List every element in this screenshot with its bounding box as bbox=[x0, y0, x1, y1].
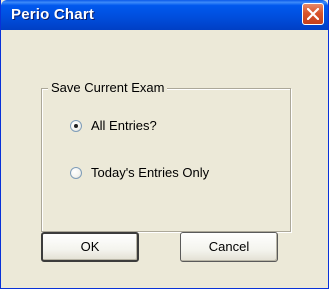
cancel-button[interactable]: Cancel bbox=[180, 232, 278, 262]
radio-label-todays-entries: Today's Entries Only bbox=[91, 165, 210, 180]
save-exam-groupbox bbox=[41, 88, 291, 232]
groupbox-legend: Save Current Exam bbox=[48, 80, 168, 95]
close-icon bbox=[307, 8, 319, 20]
ok-button[interactable]: OK bbox=[41, 232, 139, 262]
radio-button-checked[interactable] bbox=[70, 119, 82, 132]
window-title: Perio Chart bbox=[11, 6, 95, 23]
radio-button-unchecked[interactable] bbox=[70, 166, 82, 179]
radio-label-all-entries: All Entries? bbox=[91, 118, 157, 133]
close-button[interactable] bbox=[302, 3, 324, 25]
title-bar[interactable]: Perio Chart bbox=[1, 0, 328, 30]
radio-all-entries[interactable]: All Entries? bbox=[70, 118, 157, 133]
radio-todays-entries[interactable]: Today's Entries Only bbox=[70, 165, 209, 180]
